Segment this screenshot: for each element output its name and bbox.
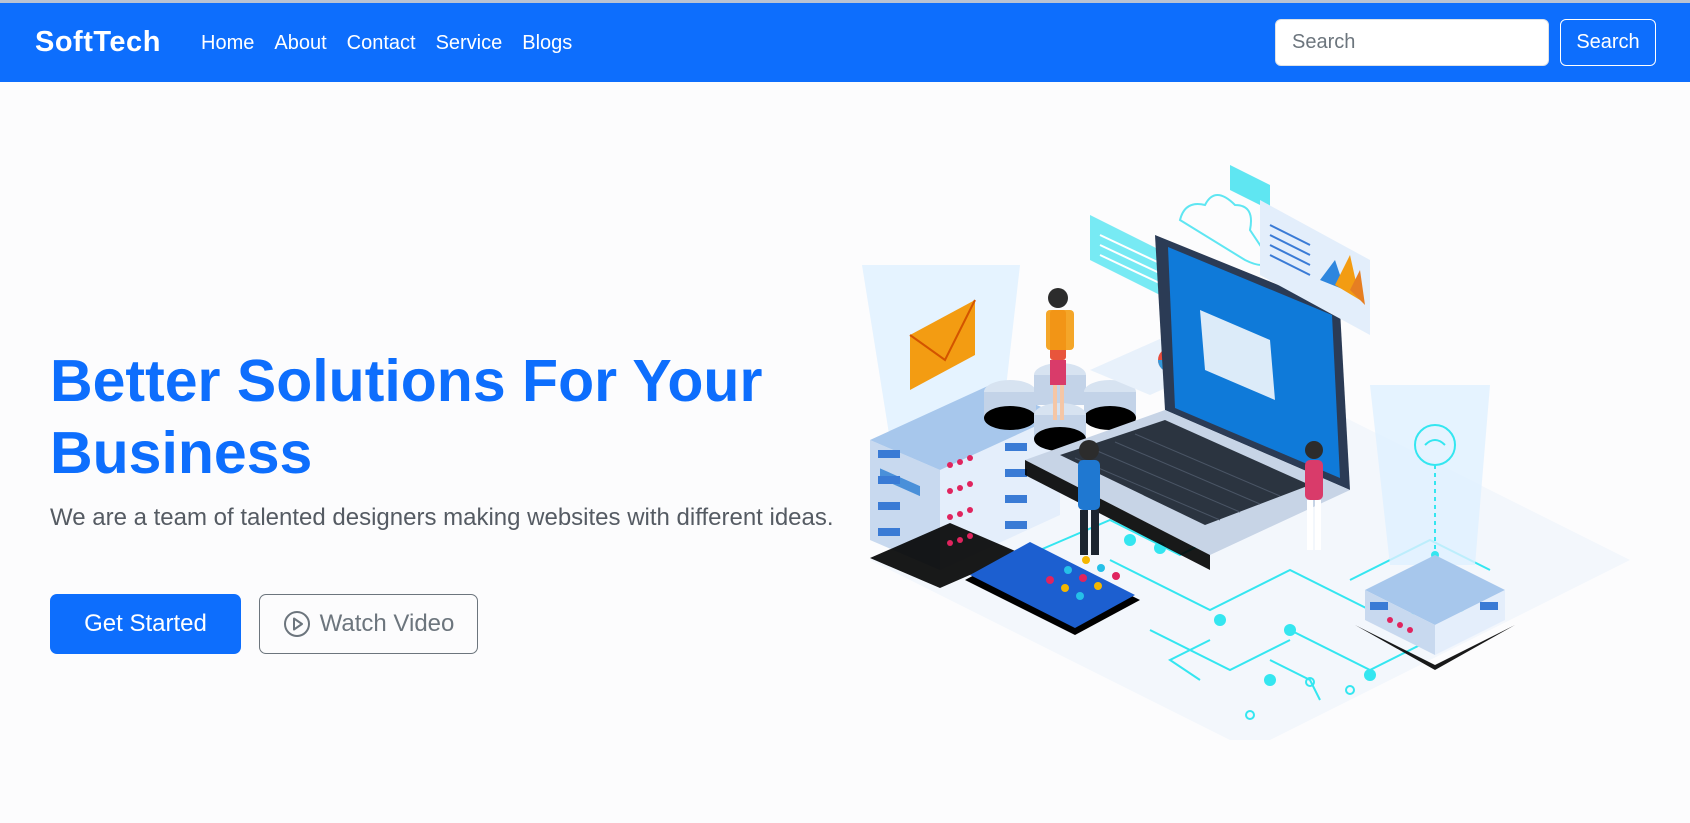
nav-links: Home About Contact Service Blogs bbox=[201, 32, 592, 55]
nav-link-blogs[interactable]: Blogs bbox=[522, 32, 572, 55]
nav-link-about[interactable]: About bbox=[274, 32, 326, 55]
brand-logo[interactable]: SoftTech bbox=[35, 26, 161, 59]
hero-illustration bbox=[850, 160, 1650, 750]
search-input[interactable] bbox=[1275, 19, 1549, 66]
nav-link-contact[interactable]: Contact bbox=[347, 32, 416, 55]
hero-title: Better Solutions For Your Business bbox=[50, 348, 763, 486]
watch-video-label: Watch Video bbox=[319, 610, 455, 637]
nav-link-service[interactable]: Service bbox=[436, 32, 503, 55]
watch-video-button[interactable]: Watch Video bbox=[259, 594, 478, 654]
navbar: SoftTech Home About Contact Service Blog… bbox=[0, 3, 1690, 82]
play-circle-icon bbox=[283, 610, 311, 638]
nav-link-home[interactable]: Home bbox=[201, 32, 254, 55]
search-button[interactable]: Search bbox=[1560, 19, 1656, 66]
get-started-button[interactable]: Get Started bbox=[50, 594, 241, 654]
hero-subtitle: We are a team of talented designers maki… bbox=[50, 504, 834, 531]
